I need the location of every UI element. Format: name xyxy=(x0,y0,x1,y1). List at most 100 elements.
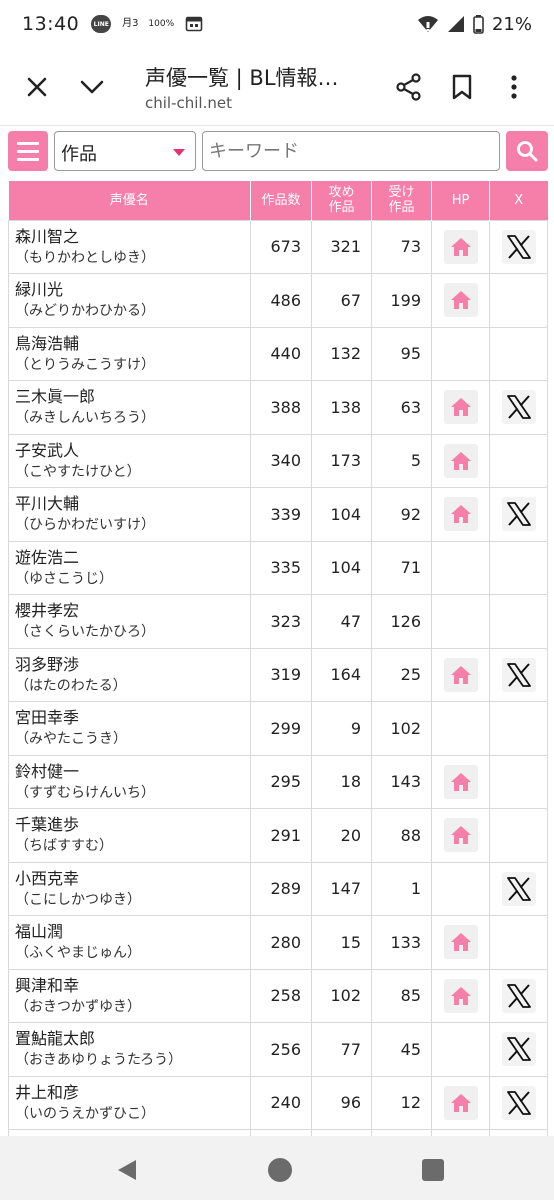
hp-cell xyxy=(431,326,490,381)
actor-name[interactable]: 子安武人 xyxy=(15,440,250,462)
seme-count: 15 xyxy=(311,915,372,970)
works-count: 258 xyxy=(250,968,312,1023)
home-page-icon[interactable] xyxy=(443,283,478,318)
x-cell xyxy=(489,968,548,1023)
close-icon[interactable] xyxy=(22,72,52,102)
x-cell xyxy=(489,808,548,863)
works-count: 240 xyxy=(250,1075,312,1130)
actor-name[interactable]: 三木眞一郎 xyxy=(15,386,250,408)
uke-count: 102 xyxy=(371,701,432,756)
works-count: 440 xyxy=(250,326,312,381)
works-count: 486 xyxy=(250,273,312,328)
actor-reading: （ひらかわだいすけ） xyxy=(15,517,155,534)
hp-cell xyxy=(431,915,490,970)
hp-cell xyxy=(431,968,490,1023)
actor-name[interactable]: 福山潤 xyxy=(15,921,250,943)
x-logo-icon[interactable] xyxy=(501,229,536,264)
actor-name[interactable]: 千葉進歩 xyxy=(15,814,250,836)
table-row[interactable]: 平川大輔 （ひらかわだいすけ） 339 104 92 xyxy=(8,487,548,542)
actor-name[interactable]: 櫻井孝宏 xyxy=(15,600,250,622)
x-logo-icon[interactable] xyxy=(501,1085,536,1120)
home-page-icon[interactable] xyxy=(443,818,478,853)
search-button[interactable] xyxy=(506,131,548,171)
actor-name[interactable]: 鳥海浩輔 xyxy=(15,333,250,355)
x-cell xyxy=(489,273,548,328)
x-logo-icon[interactable] xyxy=(501,497,536,532)
works-count: 340 xyxy=(250,433,312,488)
table-row[interactable]: 福山潤 （ふくやまじゅん） 280 15 133 xyxy=(8,915,548,970)
table-row[interactable]: 宮田幸季 （みやたこうき） 299 9 102 xyxy=(8,701,548,756)
more-options-icon[interactable] xyxy=(502,72,526,102)
table-row[interactable]: 櫻井孝宏 （さくらいたかひろ） 323 47 126 xyxy=(8,594,548,649)
home-page-icon[interactable] xyxy=(443,1085,478,1120)
col-header-seme[interactable]: 攻め 作品 xyxy=(311,181,372,220)
table-row[interactable]: 遊佐浩二 （ゆさこうじ） 335 104 71 xyxy=(8,540,548,595)
col-header-works[interactable]: 作品数 xyxy=(250,181,312,220)
x-cell xyxy=(489,647,548,702)
actor-name[interactable]: 置鮎龍太郎 xyxy=(15,1028,250,1050)
uke-count: 5 xyxy=(371,433,432,488)
actor-name[interactable]: 遊佐浩二 xyxy=(15,547,250,569)
x-cell xyxy=(489,540,548,595)
actor-name[interactable]: 小西克幸 xyxy=(15,868,250,890)
home-page-icon[interactable] xyxy=(443,925,478,960)
home-icon[interactable] xyxy=(268,1158,292,1182)
uke-count: 73 xyxy=(371,219,432,274)
back-icon[interactable] xyxy=(114,1158,140,1182)
table-row[interactable]: 鈴村健一 （すずむらけんいち） 295 18 143 xyxy=(8,754,548,809)
home-page-icon[interactable] xyxy=(443,229,478,264)
home-page-icon[interactable] xyxy=(443,764,478,799)
bookmark-icon[interactable] xyxy=(448,72,476,102)
x-logo-icon[interactable] xyxy=(501,390,536,425)
x-logo-icon[interactable] xyxy=(501,657,536,692)
table-row[interactable]: 森川智之 （もりかわとしゆき） 673 321 73 xyxy=(8,219,548,274)
actor-name-cell: 櫻井孝宏 （さくらいたかひろ） xyxy=(8,594,251,649)
hp-cell xyxy=(431,861,490,916)
table-row[interactable]: 鳥海浩輔 （とりうみこうすけ） 440 132 95 xyxy=(8,326,548,381)
table-row[interactable]: 緑川光 （みどりかわひかる） 486 67 199 xyxy=(8,273,548,328)
keyword-input[interactable] xyxy=(202,131,500,171)
hp-cell xyxy=(431,219,490,274)
table-row[interactable]: 羽多野渉 （はたのわたる） 319 164 25 xyxy=(8,647,548,702)
share-icon[interactable] xyxy=(394,72,424,102)
actor-name[interactable]: 森川智之 xyxy=(15,226,250,248)
actor-name[interactable]: 興津和幸 xyxy=(15,975,250,997)
seme-count: 77 xyxy=(311,1022,372,1077)
col-header-name[interactable]: 声優名 xyxy=(8,181,251,220)
table-row[interactable]: 置鮎龍太郎 （おきあゆりょうたろう） 256 77 45 xyxy=(8,1022,548,1077)
table-row[interactable]: 子安武人 （こやすたけひと） 340 173 5 xyxy=(8,433,548,488)
works-count: 335 xyxy=(250,540,312,595)
actor-name[interactable]: 鈴村健一 xyxy=(15,761,250,783)
actor-name[interactable]: 羽多野渉 xyxy=(15,654,250,676)
recent-apps-icon[interactable] xyxy=(422,1159,444,1181)
category-select[interactable]: 作品 xyxy=(54,131,196,171)
home-page-icon[interactable] xyxy=(443,390,478,425)
x-cell xyxy=(489,915,548,970)
uke-count: 95 xyxy=(371,326,432,381)
actor-name[interactable]: 緑川光 xyxy=(15,279,250,301)
col-header-uke[interactable]: 受け 作品 xyxy=(371,181,432,220)
hamburger-menu-button[interactable] xyxy=(8,131,48,171)
table-row[interactable]: 井上和彦 （いのうえかずひこ） 240 96 12 xyxy=(8,1075,548,1130)
actor-reading: （とりうみこうすけ） xyxy=(15,356,155,373)
home-page-icon[interactable] xyxy=(443,657,478,692)
home-page-icon[interactable] xyxy=(443,443,478,478)
home-page-icon[interactable] xyxy=(443,978,478,1013)
x-logo-icon[interactable] xyxy=(501,978,536,1013)
x-logo-icon[interactable] xyxy=(501,1032,536,1067)
home-page-icon[interactable] xyxy=(443,497,478,532)
actor-name[interactable]: 宮田幸季 xyxy=(15,707,250,729)
seme-count: 132 xyxy=(311,326,372,381)
actor-name-cell: 興津和幸 （おきつかずゆき） xyxy=(8,968,251,1023)
actor-name-cell: 千葉進歩 （ちばすすむ） xyxy=(8,808,251,863)
x-cell xyxy=(489,487,548,542)
x-logo-icon[interactable] xyxy=(501,871,536,906)
table-row[interactable]: 小西克幸 （こにしかつゆき） 289 147 1 xyxy=(8,861,548,916)
chevron-down-icon[interactable] xyxy=(76,72,108,102)
seme-count: 18 xyxy=(311,754,372,809)
table-row[interactable]: 三木眞一郎 （みきしんいちろう） 388 138 63 xyxy=(8,380,548,435)
table-row[interactable]: 千葉進歩 （ちばすすむ） 291 20 88 xyxy=(8,808,548,863)
actor-name[interactable]: 平川大輔 xyxy=(15,493,250,515)
table-row[interactable]: 興津和幸 （おきつかずゆき） 258 102 85 xyxy=(8,968,548,1023)
actor-name[interactable]: 井上和彦 xyxy=(15,1082,250,1104)
